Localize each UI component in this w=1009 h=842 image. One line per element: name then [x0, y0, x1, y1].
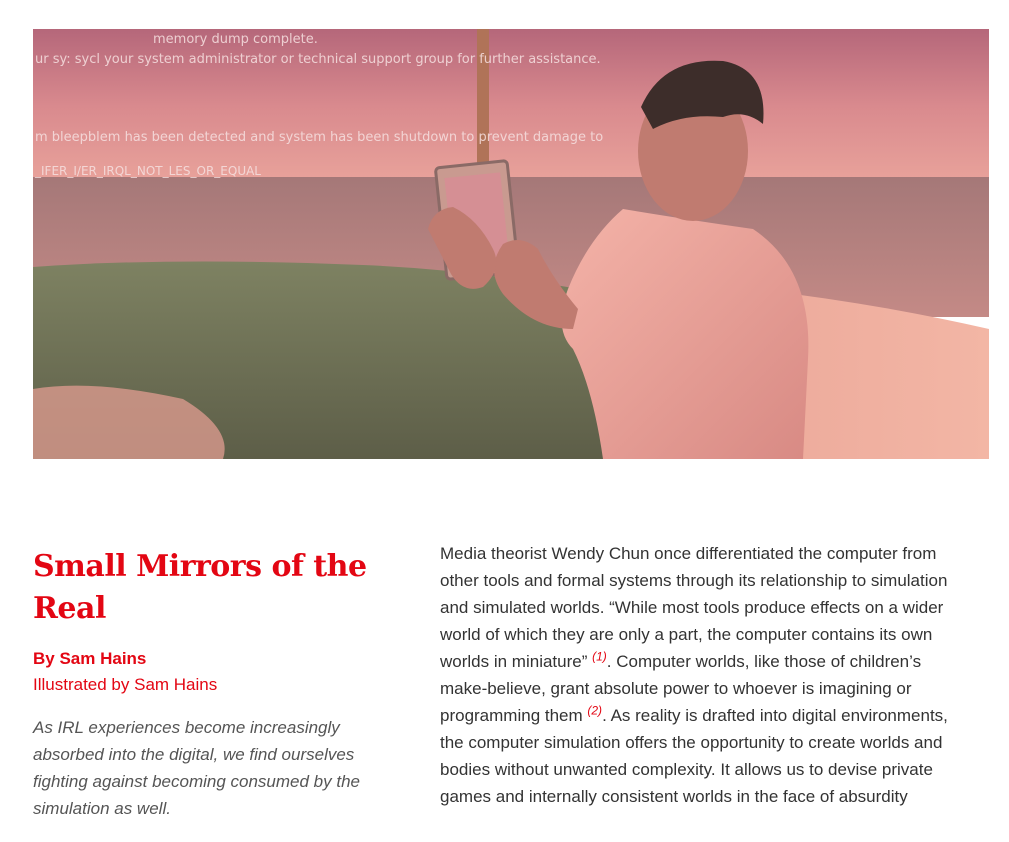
- footnote-link-1[interactable]: (1): [592, 649, 607, 663]
- overlay-line: m bleepblem has been detected and system…: [35, 130, 603, 145]
- overlay-line: ur sy: sycl your system administrator or…: [35, 52, 601, 67]
- article-header: Small Mirrors of the Real By Sam Hains I…: [33, 546, 403, 822]
- footnote-link-2[interactable]: (2): [587, 703, 602, 717]
- article-title: Small Mirrors of the Real: [33, 549, 367, 626]
- overlay-line: _IFER_I/ER_IRQL_NOT_LES_OR_EQUAL: [34, 164, 261, 178]
- hero-image: memory dump complete. ur sy: sycl your s…: [33, 29, 989, 459]
- byline: By Sam Hains: [33, 649, 147, 668]
- body-paragraph: Media theorist Wendy Chun once different…: [440, 540, 960, 810]
- illustrator-credit: Illustrated by Sam Hains: [33, 675, 218, 694]
- article-dek: As IRL experiences become increasingly a…: [33, 718, 360, 818]
- article-body: Media theorist Wendy Chun once different…: [440, 540, 960, 810]
- hero-illustration: memory dump complete. ur sy: sycl your s…: [33, 29, 989, 459]
- overlay-line: memory dump complete.: [153, 32, 318, 47]
